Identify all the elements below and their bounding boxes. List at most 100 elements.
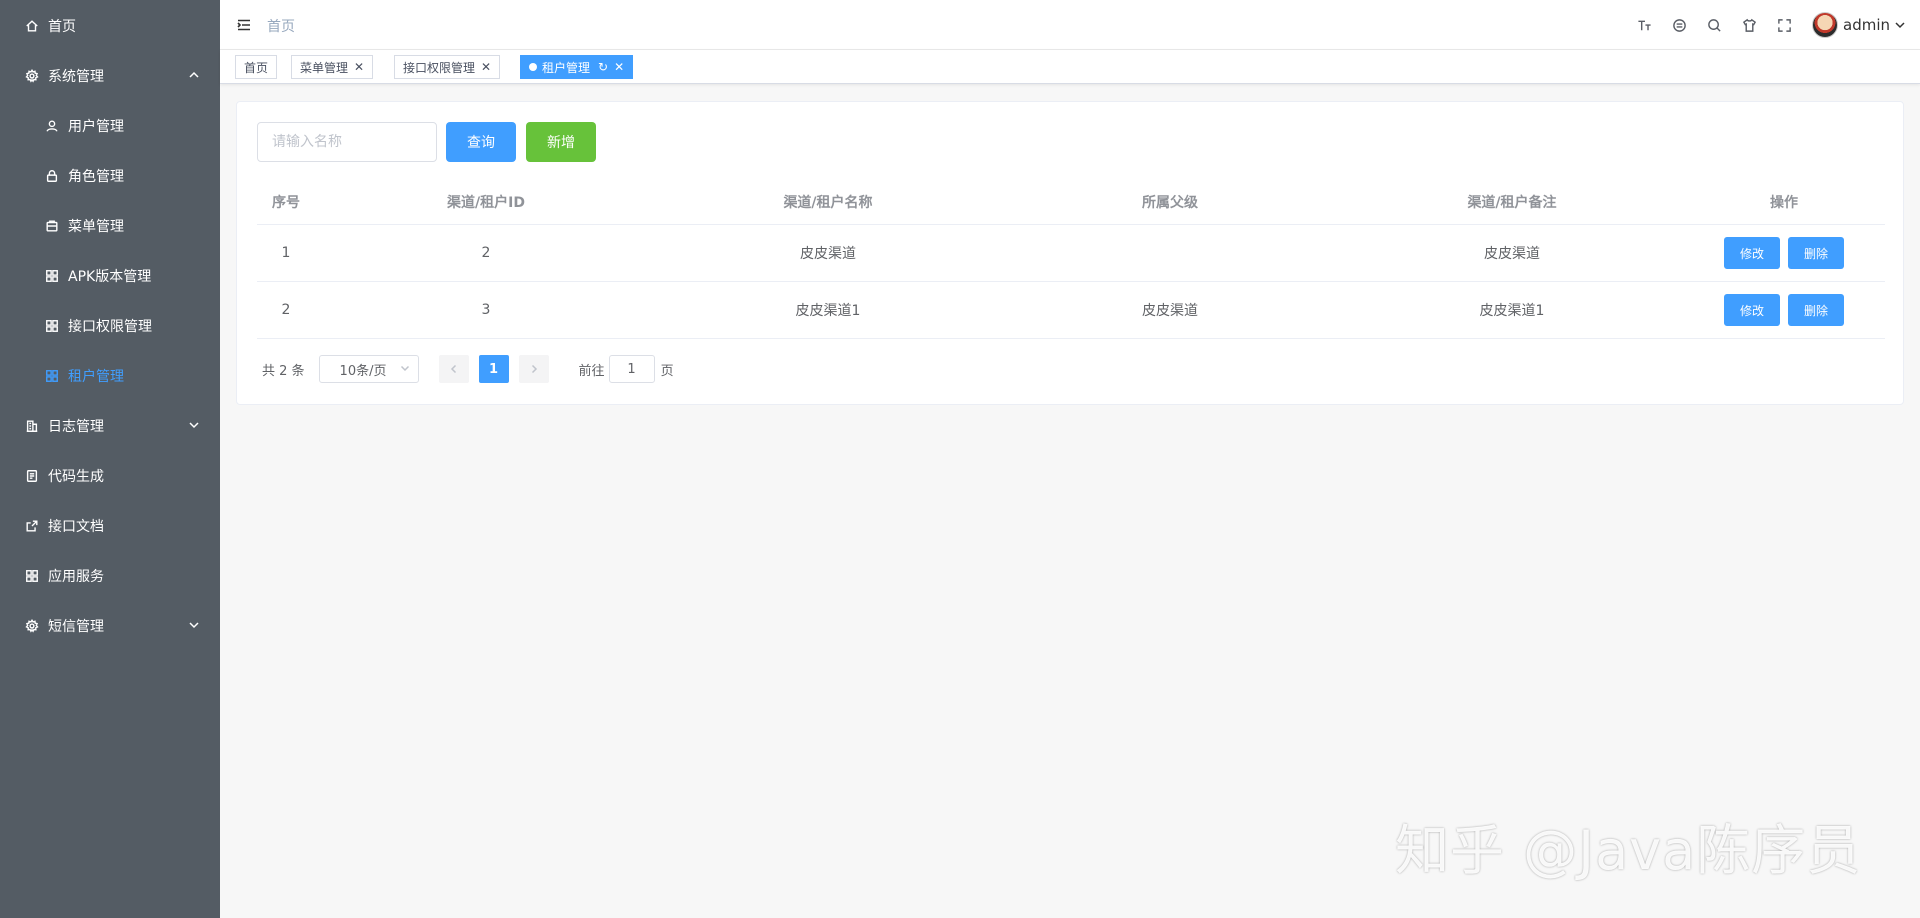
watermark: 知乎 @Java陈序员: [1395, 819, 1862, 882]
page-size-select[interactable]: 10条/页: [318, 355, 419, 383]
cell-index: 2: [281, 302, 291, 318]
theme-shirt-icon[interactable]: [1732, 0, 1767, 50]
chevron-down-icon: [1894, 19, 1906, 31]
tag-api-permissions[interactable]: 接口权限管理 ✕: [394, 55, 501, 79]
delete-button[interactable]: 删除: [1788, 294, 1844, 326]
sidebar-item-label: 日志管理: [48, 419, 104, 435]
close-icon[interactable]: ✕: [614, 60, 624, 74]
column-header: 序号: [272, 194, 300, 211]
navbar: 首页 admin: [220, 0, 1920, 50]
cell-name: 皮皮渠道1: [795, 303, 861, 319]
column-header: 所属父级: [1142, 194, 1198, 211]
sidebar-item-logs[interactable]: 日志管理: [0, 401, 220, 451]
sidebar-item-label: APK版本管理: [68, 269, 152, 285]
tag-home[interactable]: 首页: [235, 55, 278, 79]
tenant-panel: 查询 新增 序号 渠道/租户ID 渠道/租户名称 所属父级 渠道/租户备注 操作…: [236, 101, 1904, 405]
fullscreen-icon[interactable]: [1767, 0, 1802, 50]
goto-unit: 页: [660, 363, 674, 379]
cell-remark: 皮皮渠道: [1484, 246, 1540, 262]
next-page-button[interactable]: [518, 355, 549, 383]
sidebar-item-label: 接口权限管理: [68, 319, 152, 335]
goto-label: 前往: [578, 363, 605, 379]
cell-parent: 皮皮渠道: [1142, 303, 1198, 319]
sidebar-item-api-docs[interactable]: 接口文档: [0, 501, 220, 551]
external-icon: [24, 518, 40, 534]
tag-label: 接口权限管理: [403, 60, 476, 75]
grid-icon: [44, 368, 60, 384]
tag-menu-management[interactable]: 菜单管理 ✕: [291, 55, 374, 79]
column-header: 渠道/租户名称: [783, 194, 873, 211]
refresh-icon[interactable]: ↻: [598, 60, 608, 74]
tag-label: 租户管理: [542, 60, 591, 75]
grid-icon: [44, 318, 60, 334]
query-button[interactable]: 查询: [446, 122, 516, 162]
edit-button[interactable]: 修改: [1724, 294, 1780, 326]
document-icon: [24, 468, 40, 484]
menu-box-icon: [44, 218, 60, 234]
navbar-tools: admin: [1627, 0, 1920, 50]
sidebar-item-label: 菜单管理: [68, 219, 124, 235]
search-input[interactable]: [257, 122, 437, 162]
sidebar-item-api-permissions[interactable]: 接口权限管理: [0, 301, 220, 351]
delete-button[interactable]: 删除: [1788, 237, 1844, 269]
sidebar-item-label: 系统管理: [48, 69, 104, 85]
chevron-down-icon: [188, 419, 200, 431]
chevron-up-icon: [188, 69, 200, 81]
sidebar-item-label: 接口文档: [48, 519, 104, 535]
table-header: 序号 渠道/租户ID 渠道/租户名称 所属父级 渠道/租户备注 操作: [257, 179, 1885, 225]
sidebar-item-app-services[interactable]: 应用服务: [0, 551, 220, 601]
building-icon: [24, 418, 40, 434]
page-size-value: 10条/页: [339, 363, 387, 379]
active-dot-icon: [529, 63, 537, 71]
sidebar-item-label: 应用服务: [48, 569, 104, 585]
sidebar-item-users[interactable]: 用户管理: [0, 101, 220, 151]
sidebar-item-home[interactable]: 首页: [0, 1, 220, 51]
avatar: [1812, 12, 1838, 38]
sidebar-item-tenants[interactable]: 租户管理: [0, 351, 220, 401]
cell-id: 3: [481, 302, 491, 318]
user-icon: [44, 118, 60, 134]
gear-icon: [24, 618, 40, 634]
lock-icon: [44, 168, 60, 184]
sidebar-item-sms[interactable]: 短信管理: [0, 601, 220, 651]
chevron-down-icon: [188, 619, 200, 631]
home-icon: [24, 18, 40, 34]
grid-icon: [44, 268, 60, 284]
search-icon[interactable]: [1697, 0, 1732, 50]
tag-tenant-management[interactable]: 租户管理 ↻ ✕: [520, 55, 634, 79]
user-dropdown[interactable]: admin: [1812, 12, 1906, 38]
close-icon[interactable]: ✕: [354, 60, 364, 74]
page-number-current[interactable]: 1: [478, 355, 509, 383]
close-icon[interactable]: ✕: [481, 60, 491, 74]
column-header: 渠道/租户ID: [447, 194, 525, 211]
sidebar-item-label: 用户管理: [68, 119, 124, 135]
chevron-down-icon: [400, 362, 410, 377]
sidebar-item-codegen[interactable]: 代码生成: [0, 451, 220, 501]
sidebar-item-label: 首页: [48, 19, 76, 35]
sidebar-item-system[interactable]: 系统管理: [0, 51, 220, 101]
cell-id: 2: [481, 245, 491, 261]
sidebar-item-label: 角色管理: [68, 169, 124, 185]
edit-button[interactable]: 修改: [1724, 237, 1780, 269]
prev-page-button[interactable]: [438, 355, 469, 383]
hamburger-icon[interactable]: [236, 17, 252, 33]
add-button[interactable]: 新增: [526, 122, 596, 162]
sidebar-item-roles[interactable]: 角色管理: [0, 151, 220, 201]
tag-label: 首页: [244, 60, 269, 75]
layout-size-icon[interactable]: [1662, 0, 1697, 50]
sidebar-item-apk[interactable]: APK版本管理: [0, 251, 220, 301]
sidebar-item-label: 短信管理: [48, 619, 104, 635]
cell-index: 1: [281, 245, 291, 261]
table-row: 2 3 皮皮渠道1 皮皮渠道 皮皮渠道1 修改 删除: [257, 282, 1885, 339]
goto-page-input[interactable]: [608, 355, 655, 383]
cell-parent: [999, 225, 1341, 281]
sidebar-item-menus[interactable]: 菜单管理: [0, 201, 220, 251]
tag-label: 菜单管理: [300, 60, 349, 75]
sidebar-item-label: 代码生成: [48, 469, 104, 485]
gear-icon: [24, 68, 40, 84]
cell-remark: 皮皮渠道1: [1479, 303, 1545, 319]
breadcrumb: 首页: [267, 19, 295, 35]
tenant-table: 序号 渠道/租户ID 渠道/租户名称 所属父级 渠道/租户备注 操作 1 2 皮…: [257, 179, 1885, 339]
font-size-icon[interactable]: [1627, 0, 1662, 50]
cell-actions: 修改 删除: [1683, 282, 1885, 338]
